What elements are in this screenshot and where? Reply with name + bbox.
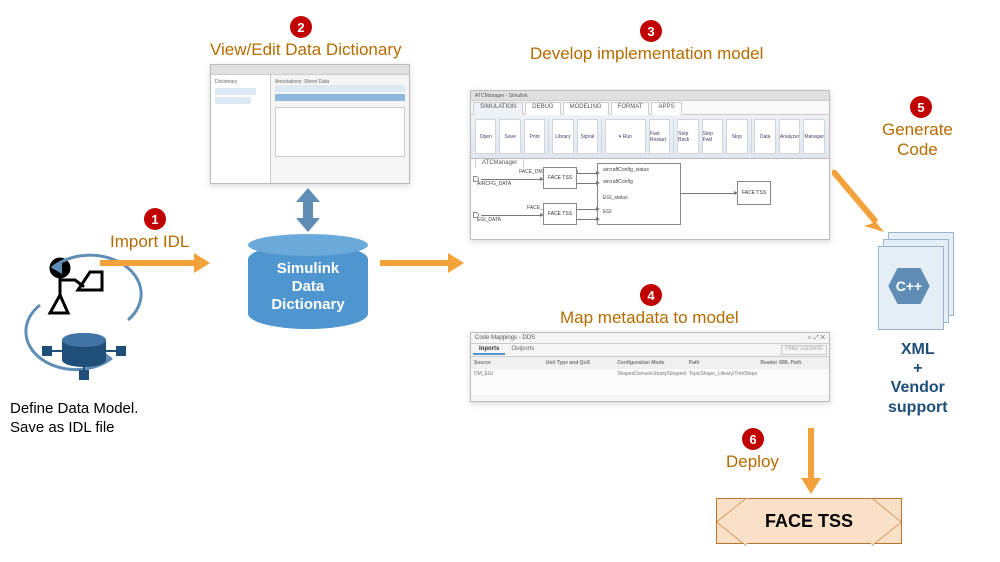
step1-badge: 1 — [144, 208, 166, 230]
inport-aircfg: AIRCFG_DATA — [477, 181, 511, 187]
step2-badge: 2 — [290, 16, 312, 38]
step6-title: Deploy — [726, 452, 779, 472]
code-output-label: XML + Vendor support — [888, 340, 948, 417]
data-dictionary-window: Dictionary Annotations: Sheet Data — [210, 64, 410, 184]
step5-badge: 5 — [910, 96, 932, 118]
step4-title: Map metadata to model — [560, 308, 739, 328]
face-tss-block-bot: FACE TSS — [543, 203, 577, 225]
start-label-line2: Save as IDL file — [10, 419, 138, 438]
out-acfg-status: aircraftConfig_status — [603, 167, 649, 173]
out-egi: EGI — [603, 209, 612, 215]
face-tss-arrow: FACE TSS — [716, 498, 902, 544]
step3-badge: 3 — [640, 20, 662, 42]
step3-title: Develop implementation model — [530, 44, 763, 64]
step2-title: View/Edit Data Dictionary — [210, 40, 402, 60]
arrow-5to6 — [808, 428, 814, 480]
simulink-window: ATCManager - Simulink SIMULATION DEBUG M… — [470, 90, 830, 240]
step5-title: Generate Code — [882, 120, 953, 160]
arrow-2to3 — [380, 260, 450, 266]
code-mappings-window: Code Mappings - DDS ☼ ⤢ ✕ Inports Outpor… — [470, 332, 830, 402]
start-label: Define Data Model. Save as IDL file — [10, 400, 138, 438]
sl-tab-debug: DEBUG — [525, 102, 560, 115]
sl-tab-apps: APPS — [651, 102, 681, 115]
start-label-line1: Define Data Model. — [10, 400, 138, 419]
sl-tab-format: FORMAT — [611, 102, 650, 115]
face-tss-block-right: FACE TSS — [737, 181, 771, 205]
face-tss-block-top: FACE TSS — [543, 167, 577, 189]
simulink-title: ATCManager - Simulink — [475, 93, 528, 99]
map-tab-outports: Outports — [505, 345, 540, 355]
arrow-1to2 — [100, 260, 196, 266]
sl-canvas-tab: ATCManager — [475, 159, 524, 168]
simulink-data-dictionary-cylinder: Simulink Data Dictionary — [248, 244, 368, 329]
step6-badge: 6 — [742, 428, 764, 450]
out-acfg: aircraftConfig — [603, 179, 633, 185]
sl-tab-sim: SIMULATION — [473, 102, 523, 115]
map-title: Code Mappings - DDS — [475, 335, 535, 341]
step1-title: Import IDL — [110, 232, 189, 252]
out-egi-status: EGI_status — [603, 195, 628, 201]
map-filter: Filter contents — [781, 345, 827, 355]
inport-egi: EGI_DATA — [477, 217, 501, 223]
code-file-stack: C++ — [878, 232, 956, 330]
map-tab-inports: Inports — [473, 345, 505, 355]
data-model-icon — [20, 250, 150, 390]
arrow-3to5 — [832, 170, 892, 240]
step4-badge: 4 — [640, 284, 662, 306]
sl-tab-model: MODELING — [563, 102, 609, 115]
dd-sync-arrow — [298, 188, 318, 232]
